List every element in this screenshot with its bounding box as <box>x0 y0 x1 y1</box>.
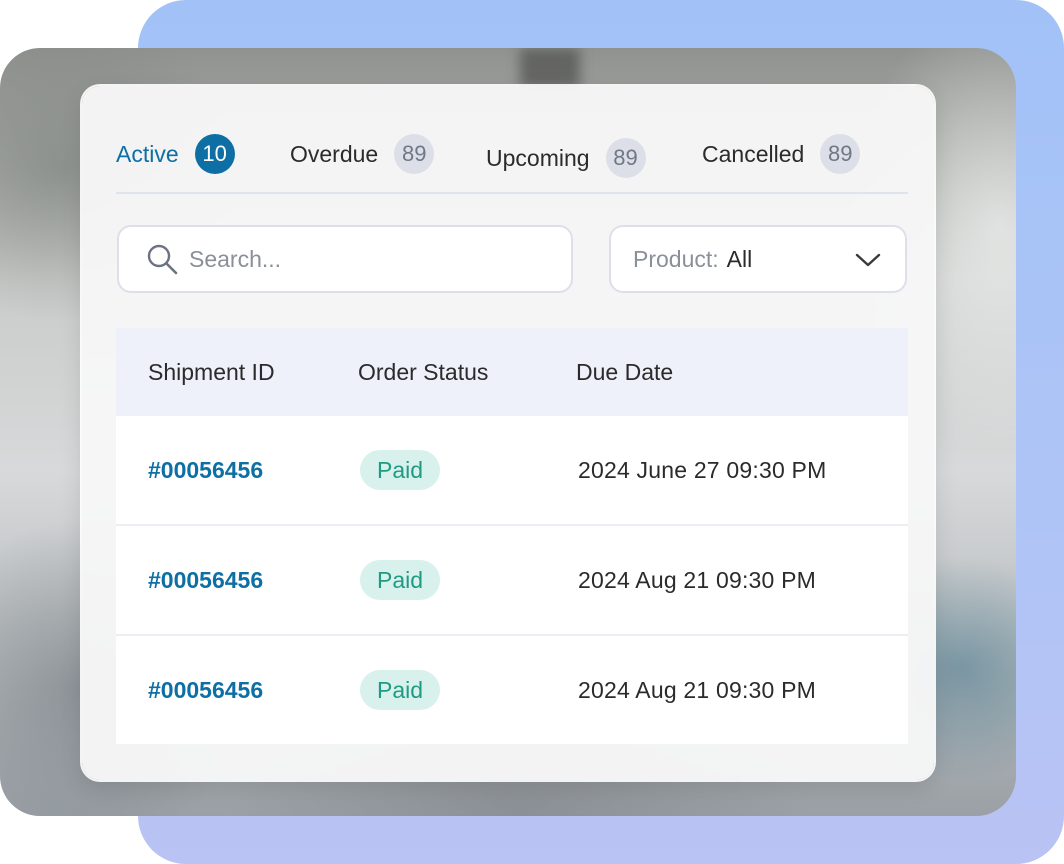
shipments-table: Shipment ID Order Status Due Date #00056… <box>116 328 908 744</box>
tab-cancelled[interactable]: Cancelled 89 <box>702 130 861 178</box>
status-badge: Paid <box>360 560 441 600</box>
table-row[interactable]: #00056456 Paid 2024 Aug 21 09:30 PM <box>116 636 908 744</box>
column-header-order-status[interactable]: Order Status <box>358 328 488 416</box>
tab-count-badge: 10 <box>194 134 235 174</box>
due-date: 2024 Aug 21 09:30 PM <box>578 676 817 703</box>
status-badge: Paid <box>360 670 441 710</box>
due-date: 2024 Aug 21 09:30 PM <box>578 566 817 593</box>
tab-label: Overdue <box>290 140 379 167</box>
search-input[interactable] <box>189 239 571 279</box>
tab-count-badge: 89 <box>820 134 861 174</box>
table-row[interactable]: #00056456 Paid 2024 Aug 21 09:30 PM <box>116 526 908 636</box>
filter-label: Product: <box>633 245 719 272</box>
tab-upcoming[interactable]: Upcoming 89 <box>486 134 646 182</box>
due-date: 2024 June 27 09:30 PM <box>578 456 827 483</box>
shipment-id-link[interactable]: #00056456 <box>148 457 263 484</box>
status-tabs: Active 10 Overdue 89 Upcoming 89 Cancell… <box>116 130 908 194</box>
column-header-due-date[interactable]: Due Date <box>576 328 673 416</box>
shipment-id-link[interactable]: #00056456 <box>148 677 263 704</box>
photo-ceiling-beam <box>520 48 580 88</box>
tab-label: Cancelled <box>702 140 805 167</box>
product-filter-dropdown[interactable]: Product: All <box>609 225 907 293</box>
table-header: Shipment ID Order Status Due Date <box>116 328 908 416</box>
tab-label: Active <box>116 140 179 167</box>
search-box[interactable] <box>117 225 573 293</box>
status-badge: Paid <box>360 450 441 490</box>
tab-overdue[interactable]: Overdue 89 <box>290 130 435 178</box>
column-header-shipment-id[interactable]: Shipment ID <box>148 328 275 416</box>
shipment-id-link[interactable]: #00056456 <box>148 567 263 594</box>
tab-count-badge: 89 <box>394 134 435 174</box>
tab-count-badge: 89 <box>605 138 646 178</box>
table-row[interactable]: #00056456 Paid 2024 June 27 09:30 PM <box>116 416 908 526</box>
tab-label: Upcoming <box>486 144 590 171</box>
filter-selected-value: All <box>726 245 753 272</box>
chevron-down-icon <box>855 253 881 267</box>
tab-active[interactable]: Active 10 <box>116 130 235 178</box>
stage: Active 10 Overdue 89 Upcoming 89 Cancell… <box>0 0 1064 864</box>
search-icon <box>147 244 178 275</box>
orders-card: Active 10 Overdue 89 Upcoming 89 Cancell… <box>82 86 934 780</box>
